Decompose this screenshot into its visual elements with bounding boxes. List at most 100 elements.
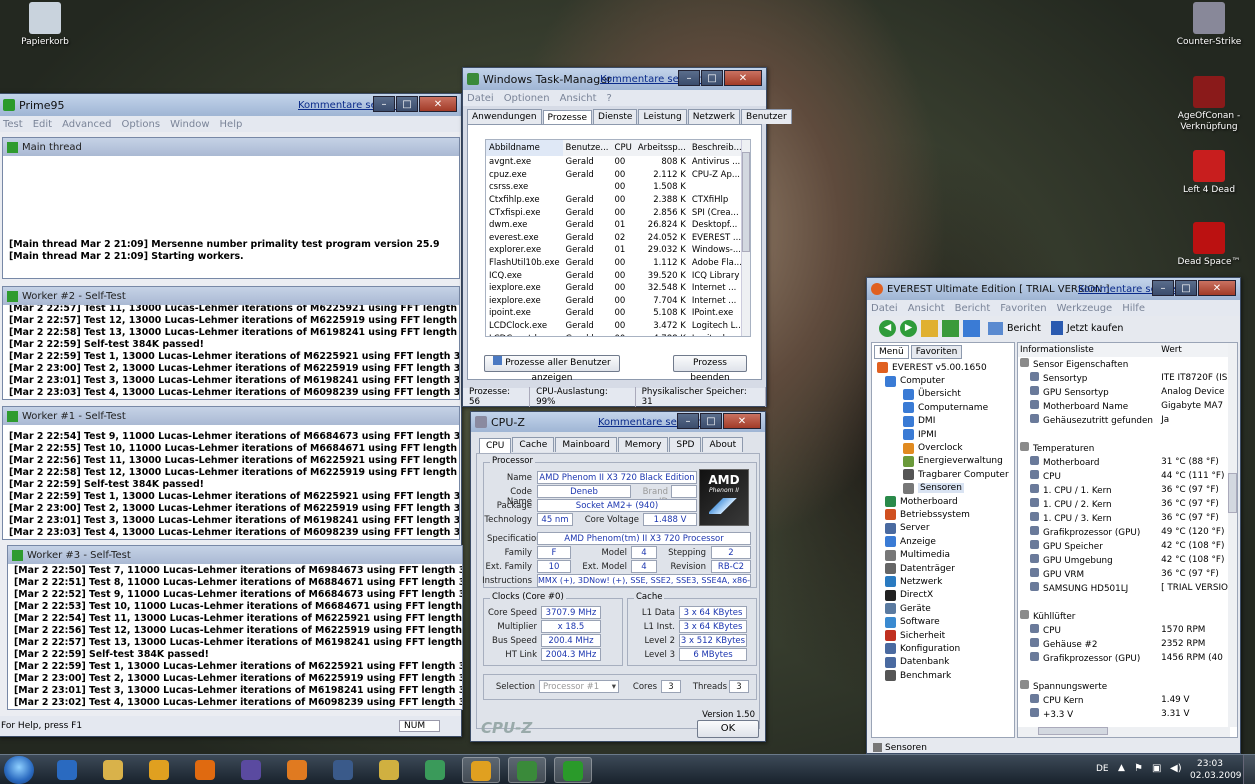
tree-item[interactable]: Betriebssystem xyxy=(875,508,1014,521)
desktop-icon[interactable]: Papierkorb xyxy=(8,2,82,48)
menu-item[interactable]: Options xyxy=(121,119,160,130)
menu-item[interactable]: Datei xyxy=(871,303,898,314)
close-button[interactable]: ✕ xyxy=(724,70,762,86)
taskbar-app-button[interactable] xyxy=(554,757,592,783)
tab-anwendungen[interactable]: Anwendungen xyxy=(467,109,542,124)
taskbar-app-button[interactable] xyxy=(186,757,224,783)
table-row[interactable]: explorer.exe Gerald 01 29.032 K Windows-... xyxy=(486,244,747,257)
tree-item[interactable]: Overclock xyxy=(875,441,1014,454)
tree-item[interactable]: Computername xyxy=(875,401,1014,414)
table-row[interactable]: Ctxfihlp.exe Gerald 00 2.388 K CTXfiHlp xyxy=(486,194,747,207)
column-header[interactable]: Wert xyxy=(1159,343,1230,357)
desktop-icon[interactable]: Left 4 Dead xyxy=(1172,150,1246,196)
tree-item[interactable]: Motherboard xyxy=(875,495,1014,508)
processor-select[interactable]: Processor #1 ▾ xyxy=(539,680,619,693)
minimize-button[interactable]: – xyxy=(677,413,699,429)
tab-prozesse[interactable]: Prozesse xyxy=(542,110,593,125)
table-row[interactable]: LCDCountdow...Gerald004.788 KLogitech ..… xyxy=(486,332,747,336)
tree-item[interactable]: Anzeige xyxy=(875,535,1014,548)
table-row[interactable]: CTxfispi.exe Gerald 00 2.856 K SPI (Crea... xyxy=(486,206,747,219)
back-icon[interactable]: ◀ xyxy=(879,319,896,337)
close-button[interactable]: ✕ xyxy=(419,96,457,112)
taskbar-app-button[interactable] xyxy=(94,757,132,783)
tab-spd[interactable]: SPD xyxy=(669,437,702,452)
desktop-icon[interactable]: AgeOfConan - Verknüpfung xyxy=(1172,76,1246,133)
tree-item[interactable]: Netzwerk xyxy=(875,575,1014,588)
taskbar-app-button[interactable] xyxy=(462,757,500,783)
tab-0[interactable]: Menü xyxy=(874,345,909,359)
minimize-button[interactable]: – xyxy=(1152,280,1174,296)
taskbar-app-button[interactable] xyxy=(416,757,454,783)
table-row[interactable]: everest.exe Gerald 02 24.052 K EVEREST ... xyxy=(486,232,747,245)
show-all-processes-button[interactable]: Prozesse aller Benutzer anzeigen xyxy=(484,355,620,383)
taskmgr-titlebar[interactable]: Windows Task-Manager Kommentare senden –… xyxy=(463,68,766,90)
tab-benutzer[interactable]: Benutzer xyxy=(741,109,792,124)
clock[interactable]: 23:03 02.03.2009 xyxy=(1190,758,1242,782)
close-button[interactable]: ✕ xyxy=(723,413,761,429)
menu-item[interactable]: ? xyxy=(607,93,612,104)
tree-item[interactable]: Energieverwaltung xyxy=(875,455,1014,468)
tree-item[interactable]: DirectX xyxy=(875,589,1014,602)
tab-1[interactable]: Favoriten xyxy=(910,345,963,359)
tray-arrow-icon[interactable]: ▲ xyxy=(1118,763,1125,773)
desktop-icon[interactable]: Counter-Strike xyxy=(1172,2,1246,48)
tree-item[interactable]: Sensoren xyxy=(875,482,1014,495)
column-header[interactable]: Abbildname xyxy=(486,140,563,156)
tree-item[interactable]: Sicherheit xyxy=(875,629,1014,642)
tree-item[interactable]: EVEREST v5.00.1650 xyxy=(875,361,1014,374)
refresh-icon[interactable] xyxy=(942,319,959,337)
close-button[interactable]: ✕ xyxy=(1198,280,1236,296)
taskbar-app-button[interactable] xyxy=(232,757,270,783)
tab-cpu[interactable]: CPU xyxy=(479,438,512,453)
tree-item[interactable]: Multimedia xyxy=(875,548,1014,561)
column-header[interactable]: Informationsliste xyxy=(1018,343,1159,357)
tree-item[interactable]: Übersicht xyxy=(875,388,1014,401)
tree-item[interactable]: Tragbarer Computer xyxy=(875,468,1014,481)
start-button[interactable] xyxy=(4,756,34,784)
tree-item[interactable]: Benchmark xyxy=(875,669,1014,682)
tree-item[interactable]: Datenträger xyxy=(875,562,1014,575)
menu-item[interactable]: Datei xyxy=(467,93,494,104)
column-header[interactable]: Benutze... xyxy=(563,140,612,156)
ok-button[interactable]: OK xyxy=(697,720,759,738)
desktop-icon[interactable]: Dead Space™ xyxy=(1172,222,1246,268)
table-row[interactable]: ICQ.exe Gerald 00 39.520 K ICQ Library xyxy=(486,269,747,282)
main-thread-window[interactable]: Main thread [Main thread Mar 2 21:09] Me… xyxy=(2,137,460,279)
tree-item[interactable]: Server xyxy=(875,522,1014,535)
table-row[interactable]: ipoint.exe Gerald 00 5.108 K IPoint.exe xyxy=(486,307,747,320)
taskbar-app-button[interactable] xyxy=(140,757,178,783)
tab-mainboard[interactable]: Mainboard xyxy=(555,437,617,452)
prime95-titlebar[interactable]: Prime95 Kommentare senden – □ ✕ xyxy=(0,94,461,116)
table-row[interactable]: iexplore.exe Gerald 00 32.548 K Internet ... xyxy=(486,282,747,295)
taskbar-app-button[interactable] xyxy=(48,757,86,783)
tab-memory[interactable]: Memory xyxy=(617,437,669,452)
tree-item[interactable]: Software xyxy=(875,615,1014,628)
menu-item[interactable]: Ansicht xyxy=(908,303,945,314)
tree-item[interactable]: DMI xyxy=(875,415,1014,428)
maximize-button[interactable]: □ xyxy=(396,96,418,112)
maximize-button[interactable]: □ xyxy=(701,70,723,86)
tab-cache[interactable]: Cache xyxy=(512,437,555,452)
process-scrollbar[interactable] xyxy=(741,140,750,336)
tab-about[interactable]: About xyxy=(702,437,744,452)
vertical-scrollbar[interactable] xyxy=(1228,343,1237,727)
language-indicator[interactable]: DE xyxy=(1096,764,1109,774)
maximize-button[interactable]: □ xyxy=(700,413,722,429)
end-process-button[interactable]: Prozess beenden xyxy=(673,355,747,383)
tree-item[interactable]: Datenbank xyxy=(875,656,1014,669)
up-icon[interactable] xyxy=(921,319,938,337)
worker-3-window[interactable]: Worker #3 - Self-Test [Mar 2 22:50] Test… xyxy=(7,545,463,710)
maximize-button[interactable]: □ xyxy=(1175,280,1197,296)
tree-item[interactable]: Geräte xyxy=(875,602,1014,615)
horizontal-scrollbar[interactable] xyxy=(1018,727,1230,737)
table-row[interactable]: avgnt.exe Gerald 00 808 K Antivirus ... xyxy=(486,156,747,169)
column-header[interactable]: Arbeitssp... xyxy=(635,140,689,156)
menu-item[interactable]: Optionen xyxy=(504,93,550,104)
tab-netzwerk[interactable]: Netzwerk xyxy=(687,109,741,124)
worker-1-window[interactable]: Worker #1 - Self-Test [Mar 2 22:54] Test… xyxy=(2,406,460,540)
tree-item[interactable]: Computer xyxy=(875,374,1014,387)
menu-item[interactable]: Hilfe xyxy=(1122,303,1145,314)
table-row[interactable]: cpuz.exe Gerald 00 2.112 K CPU-Z Ap... xyxy=(486,169,747,182)
minimize-button[interactable]: – xyxy=(678,70,700,86)
tree-item[interactable]: Konfiguration xyxy=(875,642,1014,655)
